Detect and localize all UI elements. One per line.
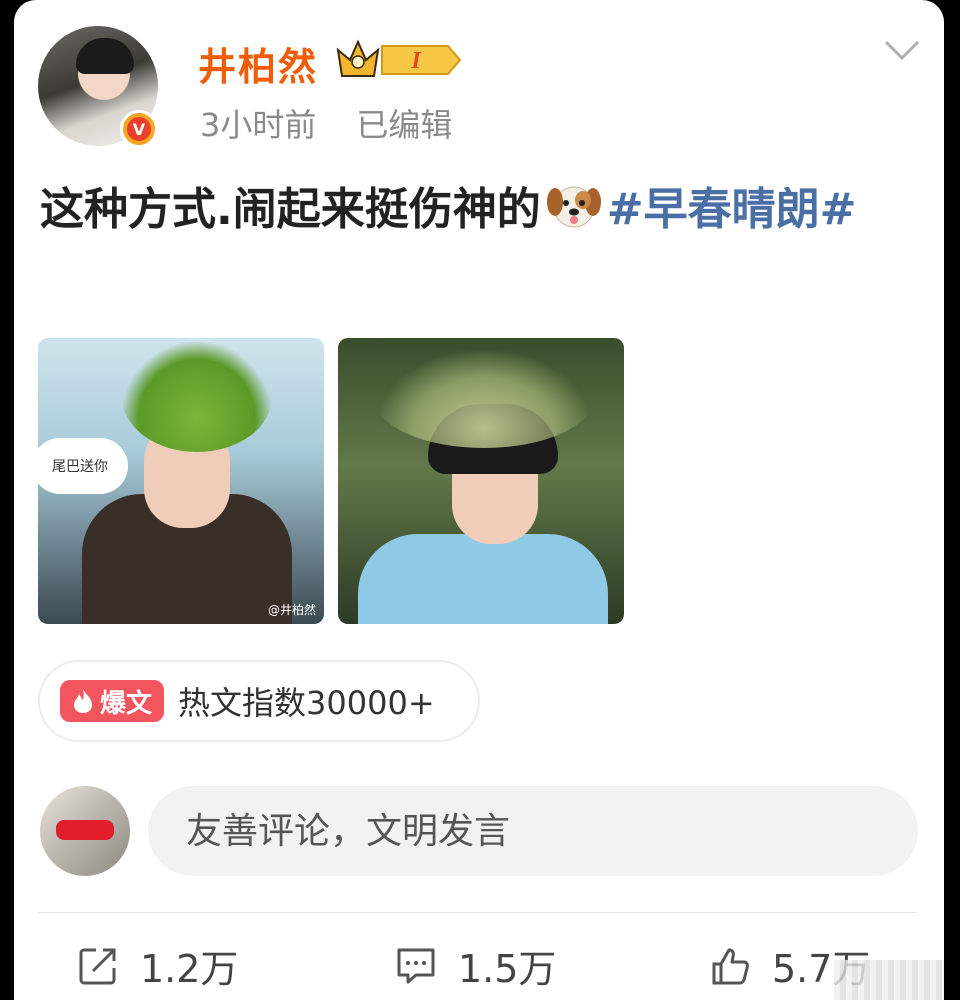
divider bbox=[38, 912, 918, 913]
scroll-overlay bbox=[834, 960, 944, 1000]
repost-button[interactable]: 1.2万 bbox=[76, 938, 238, 993]
comment-count: 1.5万 bbox=[458, 947, 557, 991]
hot-index-text: 热文指数30000+ bbox=[178, 684, 435, 722]
chevron-down-icon[interactable] bbox=[884, 38, 920, 62]
repost-icon bbox=[79, 948, 116, 984]
avatar-hair bbox=[76, 38, 134, 74]
post-photo-1[interactable]: 尾巴送你 @井柏然 bbox=[38, 338, 324, 624]
dog-face-emoji-icon bbox=[546, 186, 601, 228]
post-content: 这种方式.闹起来挺伤神的 #早春晴朗# bbox=[40, 178, 900, 242]
thumbs-up-icon bbox=[712, 948, 749, 984]
comment-button[interactable]: 1.5万 bbox=[394, 938, 556, 993]
hot-badge: 爆文 bbox=[60, 680, 165, 722]
photo1-plant-hair bbox=[122, 342, 272, 452]
photo-caption-bubble: 尾巴送你 bbox=[38, 438, 128, 494]
photo2-plant-halo bbox=[374, 348, 594, 448]
avatar-sunglasses bbox=[56, 820, 114, 840]
current-user-avatar[interactable] bbox=[40, 786, 130, 876]
hot-index-pill[interactable]: 爆文 热文指数30000+ bbox=[38, 660, 480, 742]
verified-badge-letter: V bbox=[127, 117, 151, 141]
vip-level-text: I bbox=[410, 48, 422, 74]
hot-badge-label: 爆文 bbox=[100, 688, 153, 719]
post-time: 3小时前 bbox=[200, 106, 317, 144]
photo2-hoodie bbox=[358, 534, 608, 624]
vip-crown-level-icon[interactable]: I bbox=[334, 36, 464, 82]
comment-input[interactable] bbox=[148, 786, 918, 876]
weibo-post-card: V 井柏然 I 3小时前 已编辑 这种方式.闹起来挺伤神的 #早春晴朗# 尾巴送你… bbox=[14, 0, 944, 1000]
repost-count: 1.2万 bbox=[140, 947, 239, 991]
post-text: 这种方式.闹起来挺伤神的 bbox=[40, 184, 541, 235]
username[interactable]: 井柏然 bbox=[198, 36, 318, 91]
verified-badge-icon: V bbox=[120, 110, 158, 148]
post-photo-2[interactable] bbox=[338, 338, 624, 624]
comment-icon bbox=[397, 948, 435, 983]
flame-icon bbox=[74, 689, 92, 713]
hashtag-link[interactable]: #早春晴朗# bbox=[607, 184, 857, 235]
post-meta: 3小时前 已编辑 bbox=[200, 100, 452, 146]
photo-watermark: @井柏然 bbox=[267, 603, 316, 617]
edited-label[interactable]: 已编辑 bbox=[356, 106, 452, 144]
